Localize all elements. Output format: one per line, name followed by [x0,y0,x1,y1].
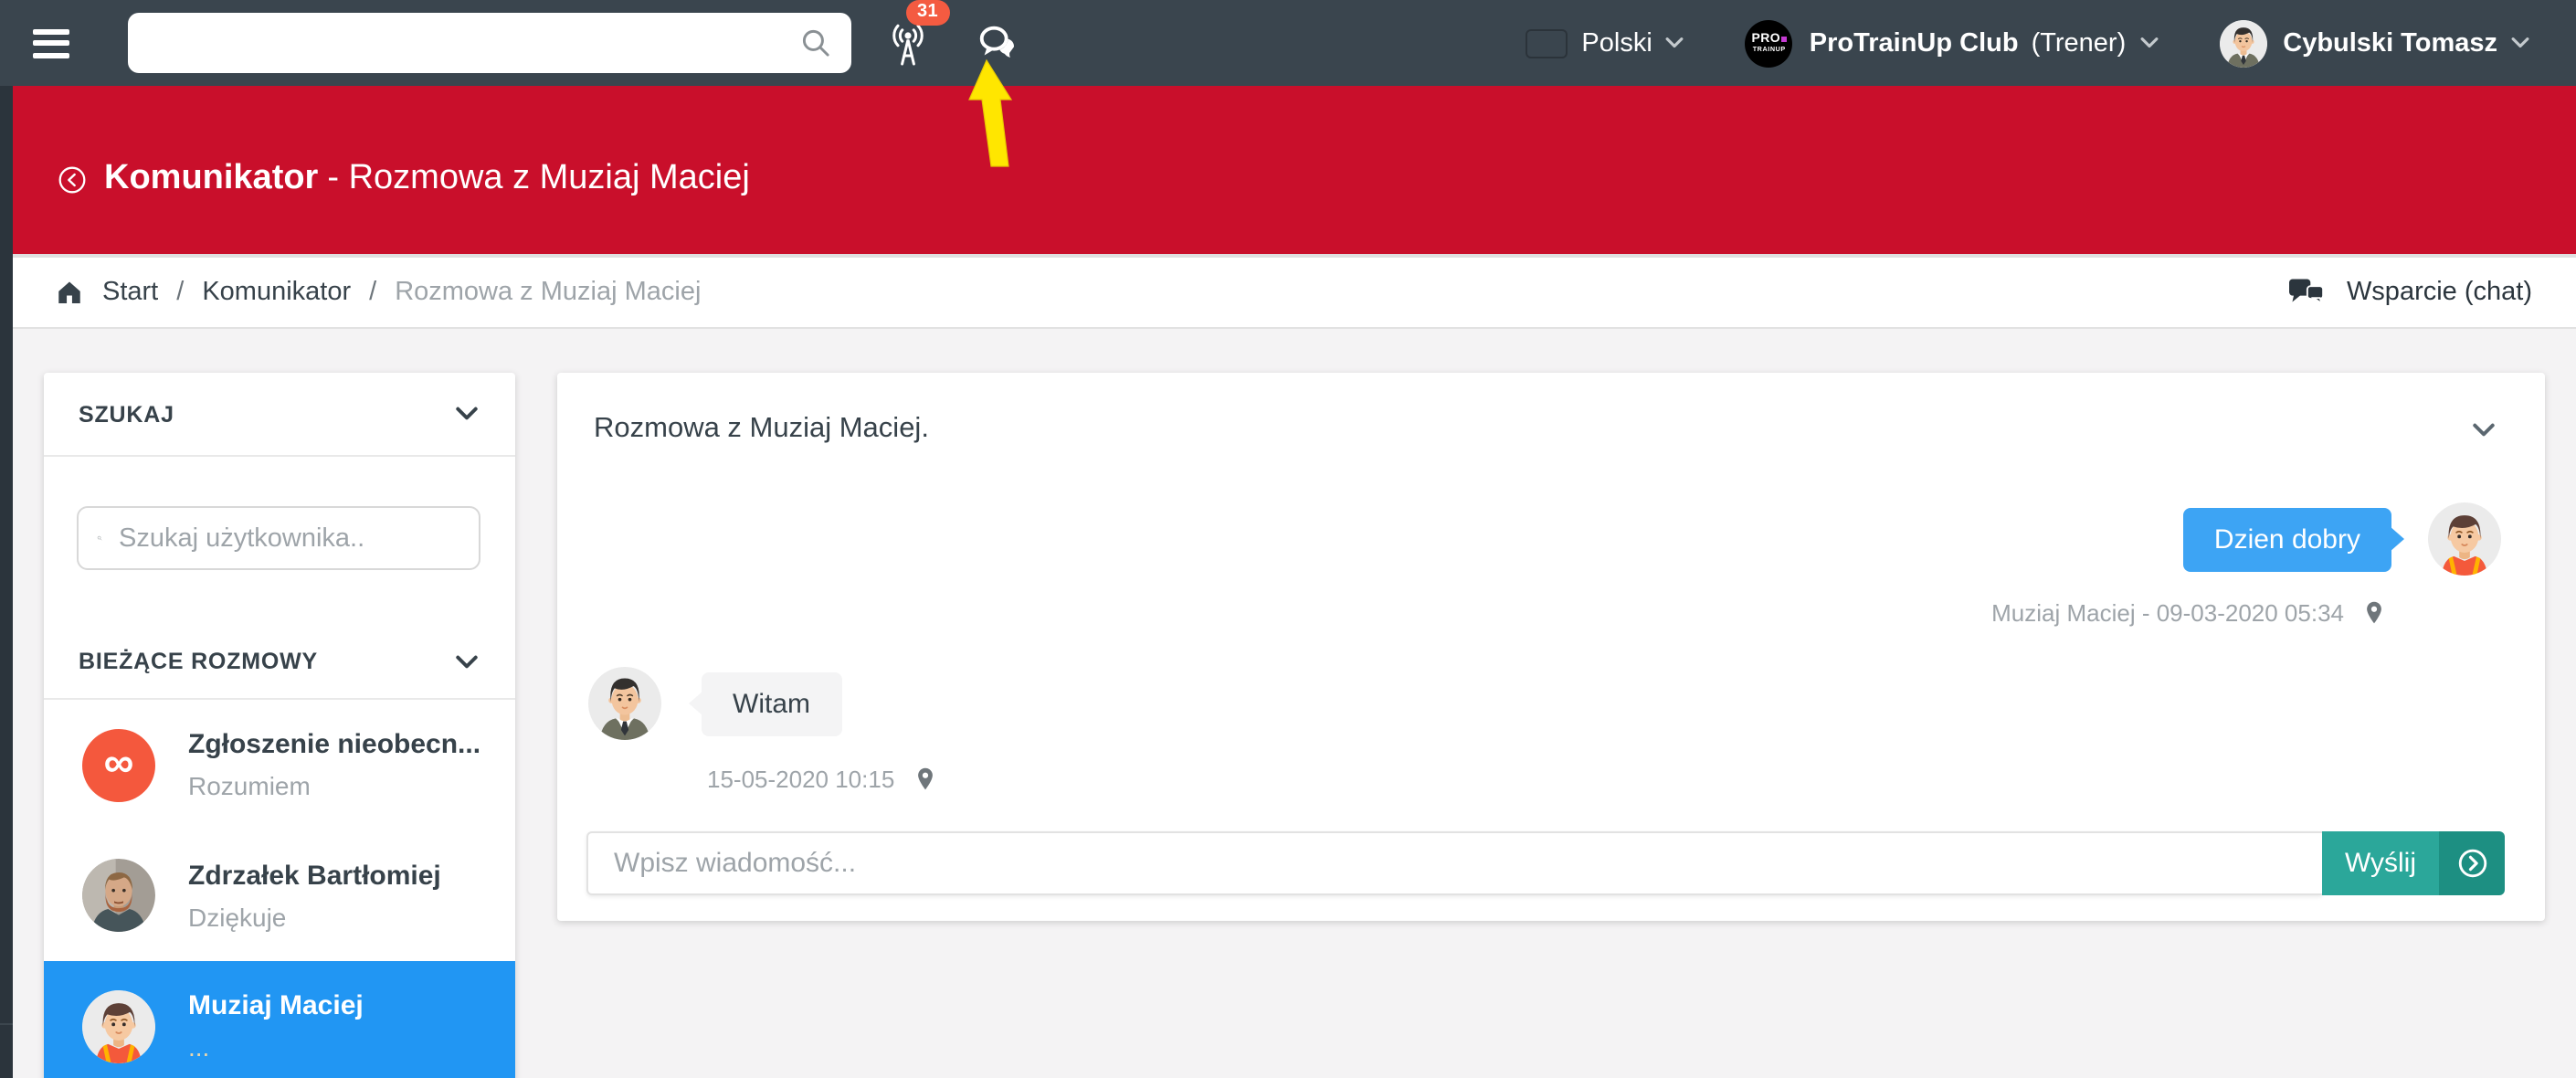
collapsed-sidebar-rail [0,86,13,1078]
conversation-item-muziaj-selected[interactable]: Muziaj Maciej ... [44,961,515,1078]
breadcrumb-item-current: Rozmowa z Muziaj Maciej [395,278,701,307]
conversation-title: Zgłoszenie nieobecn... [188,730,480,761]
message-avatar [2428,502,2501,576]
language-label: Polski [1581,28,1652,58]
notifications-antenna-icon[interactable]: 31 [886,19,930,67]
back-button[interactable] [57,164,88,195]
message-avatar [588,667,661,740]
conversation-item-zgloszenie[interactable]: ∞ Zgłoszenie nieobecn... Rozumiem [44,700,515,830]
support-chat-icon [2286,275,2328,310]
chevron-down-icon [455,406,479,422]
breadcrumb-item-start[interactable]: Start [102,278,158,307]
club-dropdown[interactable]: PRO TRAINUP ProTrainUp Club (Trener) [1746,19,2159,67]
chat-header: Rozmowa z Muziaj Maciej. [557,373,2545,446]
message-input[interactable] [586,831,2322,895]
user-photo-avatar [82,860,155,933]
language-dropdown[interactable]: Polski [1526,28,1684,58]
message-meta: 15-05-2020 10:15 [557,766,2545,793]
breadcrumb-bar: Start / Komunikator / Rozmowa z Muziaj M… [13,258,2576,329]
message-bubble: Dzien dobry [2183,507,2391,571]
message-bubble: Witam [702,671,841,735]
club-name: ProTrainUp Club [1810,28,2019,58]
antenna-icon [886,19,930,67]
conversation-last-message: ... [188,1033,364,1062]
chevron-down-icon [2510,37,2530,49]
send-icon-button[interactable] [2439,831,2505,895]
conversations-sidebar: SZUKAJ BIEŻĄCE ROZMOWY ∞ Zgłoszenie nieo… [44,373,515,1078]
user-name: Cybulski Tomasz [2283,28,2497,58]
support-chat-link[interactable]: Wsparcie (chat) [2286,275,2532,310]
search-icon [798,26,833,60]
notifications-badge: 31 [906,0,949,25]
user-dropdown[interactable]: Cybulski Tomasz [2219,19,2530,67]
home-icon[interactable] [55,278,84,307]
user-search-input[interactable] [119,523,460,553]
location-pin-icon[interactable] [2360,599,2388,627]
location-pin-icon[interactable] [911,766,938,793]
message-meta: Muziaj Maciej - 09-03-2020 05:34 [557,599,2545,627]
club-logo: PRO TRAINUP [1746,19,1793,67]
message-row-incoming: Witam [557,667,2545,740]
conversation-last-message: Dziękuje [188,903,441,932]
poland-flag-icon [1526,30,1565,56]
breadcrumb-separator: / [176,278,184,307]
chat-bubbles-icon [976,20,1021,66]
conversations-section-header[interactable]: BIEŻĄCE ROZMOWY [44,625,515,698]
global-search-input[interactable] [128,28,851,58]
user-search-wrap [44,457,515,625]
top-navbar: 31 Polski PRO TRAINUP ProTrainUp Club (T… [0,0,2576,86]
chevron-down-icon [2138,37,2159,49]
app-window: 31 Polski PRO TRAINUP ProTrainUp Club (T… [0,0,2576,1078]
search-icon [97,523,102,554]
navbar-right-cluster: Polski PRO TRAINUP ProTrainUp Club (Tren… [1526,19,2576,67]
chevron-down-icon [455,653,479,670]
global-search [128,13,851,73]
send-circle-icon [2455,846,2489,881]
breadcrumb-item-komunikator[interactable]: Komunikator [202,278,351,307]
club-role: (Trener) [2032,28,2127,58]
chat-title: Rozmowa z Muziaj Maciej. [594,413,929,446]
user-cartoon-avatar [82,990,155,1063]
send-button[interactable]: Wyślij [2322,831,2439,895]
conversation-title: Zdrzałek Bartłomiej [188,861,441,892]
hamburger-menu-icon[interactable] [33,28,69,58]
chat-panel: Rozmowa z Muziaj Maciej. Dzien dobry Muz… [557,373,2545,921]
message-row-outgoing: Dzien dobry [557,502,2545,576]
messenger-icon[interactable] [976,20,1021,66]
page-header: Komunikator- Rozmowa z Muziaj Maciej [13,86,2576,254]
page-title: Komunikator- Rozmowa z Muziaj Maciej [104,159,750,199]
collapse-chevron-icon[interactable] [2472,421,2496,438]
conversation-item-zdrzalek[interactable]: Zdrzałek Bartłomiej Dziękuje [44,830,515,961]
conversation-last-message: Rozumiem [188,772,480,801]
user-avatar [2219,19,2266,67]
conversation-title: Muziaj Maciej [188,991,364,1022]
search-section-header[interactable]: SZUKAJ [44,373,515,455]
breadcrumb-separator: / [369,278,376,307]
infinity-logo-avatar: ∞ [82,729,155,802]
compose-bar: Wyślij [586,831,2505,895]
chevron-down-icon [1665,37,1685,49]
